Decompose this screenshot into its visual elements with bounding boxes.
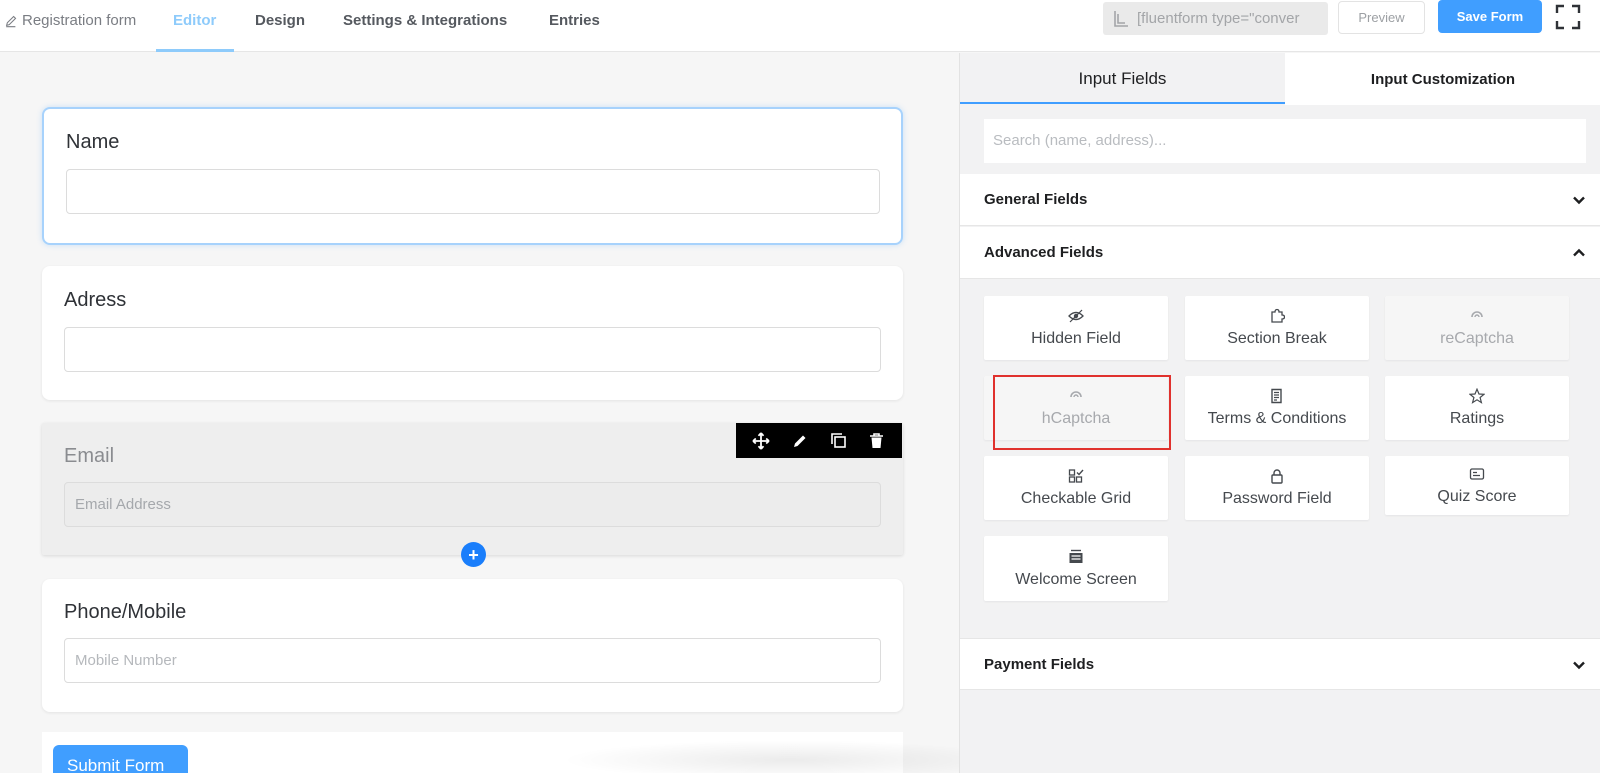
field-card-address[interactable]: Adress (42, 266, 903, 400)
section-advanced-fields[interactable]: Advanced Fields (960, 227, 1600, 279)
field-label-name: Name (66, 131, 120, 153)
tile-label: Quiz Score (1437, 487, 1517, 505)
shortcode-copy[interactable]: [fluentform type="conver (1103, 2, 1328, 35)
field-label-address: Adress (64, 289, 127, 311)
field-action-toolbar (736, 423, 902, 458)
tab-editor[interactable]: Editor (173, 12, 216, 29)
section-advanced-label: Advanced Fields (984, 244, 1104, 261)
form-title[interactable]: Registration form (4, 12, 136, 29)
address-input[interactable] (64, 327, 881, 372)
score-icon (1469, 467, 1485, 480)
tab-input-fields[interactable]: Input Fields (960, 53, 1285, 105)
copy-shortcode-icon (1114, 10, 1128, 27)
move-icon[interactable] (749, 429, 773, 453)
submit-form-button[interactable]: Submit Form (53, 745, 188, 773)
top-bar: Registration form Editor Design Settings… (0, 0, 1600, 52)
tile-label: Checkable Grid (1020, 490, 1132, 507)
tile-ratings[interactable]: Ratings (1385, 376, 1569, 440)
tab-settings-integrations[interactable]: Settings & Integrations (343, 12, 507, 29)
scroll-fade (560, 740, 1020, 773)
shortcode-text: [fluentform type="conver (1137, 10, 1300, 27)
save-form-button[interactable]: Save Form (1438, 0, 1542, 33)
field-label-email: Email (64, 445, 115, 467)
tile-password-field[interactable]: Password Field (1185, 456, 1369, 520)
phone-input[interactable]: Mobile Number (64, 638, 881, 683)
delete-trash-icon[interactable] (865, 429, 889, 453)
document-icon (1271, 388, 1282, 404)
name-input[interactable] (66, 169, 880, 214)
tile-section-break[interactable]: Section Break (1185, 296, 1369, 360)
form-title-text: Registration form (22, 12, 137, 29)
hcaptcha-highlight-box (993, 375, 1171, 450)
tab-input-customization[interactable]: Input Customization (1285, 53, 1600, 105)
chevron-up-icon (1573, 248, 1585, 257)
star-icon (1469, 388, 1485, 404)
tile-welcome-screen[interactable]: Welcome Screen (984, 536, 1168, 601)
grid-icon (1068, 469, 1084, 483)
puzzle-icon (1271, 308, 1285, 323)
tile-label: Password Field (1222, 490, 1332, 507)
section-payment-label: Payment Fields (984, 655, 1095, 673)
preview-button[interactable]: Preview (1338, 1, 1425, 34)
tile-label: Ratings (1449, 410, 1505, 427)
add-field-button[interactable]: + (461, 542, 486, 567)
email-input[interactable]: Email Address (64, 482, 881, 527)
tile-checkable-grid[interactable]: Checkable Grid (984, 456, 1168, 520)
tile-label: Terms & Conditions (1207, 410, 1347, 427)
pencil-icon (5, 15, 17, 27)
tile-label: Hidden Field (1031, 330, 1121, 347)
edit-pencil-icon[interactable] (788, 429, 812, 453)
tile-label: Section Break (1227, 330, 1327, 347)
chevron-down-icon (1573, 196, 1585, 205)
tile-quiz-score[interactable]: Quiz Score (1385, 456, 1569, 515)
panel-tab-indicator (960, 102, 1285, 104)
field-card-phone[interactable]: Phone/Mobile Mobile Number (42, 579, 903, 712)
eye-icon (1068, 309, 1084, 323)
welcome-icon (1069, 549, 1083, 563)
fullscreen-icon[interactable] (1555, 4, 1581, 30)
tile-recaptcha[interactable]: reCaptcha (1385, 296, 1569, 360)
tile-label: reCaptcha (1440, 330, 1514, 347)
tab-design[interactable]: Design (255, 12, 305, 29)
section-general-label: General Fields (984, 191, 1088, 208)
lock-icon (1271, 469, 1283, 484)
tile-hidden-field[interactable]: Hidden Field (984, 296, 1168, 360)
tile-label: Welcome Screen (1015, 570, 1137, 588)
section-payment-fields[interactable]: Payment Fields (960, 638, 1600, 690)
field-search-input[interactable]: Search (name, address)... (984, 119, 1586, 163)
active-tab-indicator (156, 49, 234, 52)
field-label-phone: Phone/Mobile (64, 601, 187, 623)
duplicate-icon[interactable] (826, 429, 850, 453)
captcha-icon (1471, 311, 1483, 318)
tab-entries[interactable]: Entries (549, 12, 600, 29)
section-general-fields[interactable]: General Fields (960, 174, 1600, 226)
field-card-name[interactable]: Name (42, 107, 903, 245)
chevron-down-icon (1573, 661, 1585, 670)
tile-terms-conditions[interactable]: Terms & Conditions (1185, 376, 1369, 440)
